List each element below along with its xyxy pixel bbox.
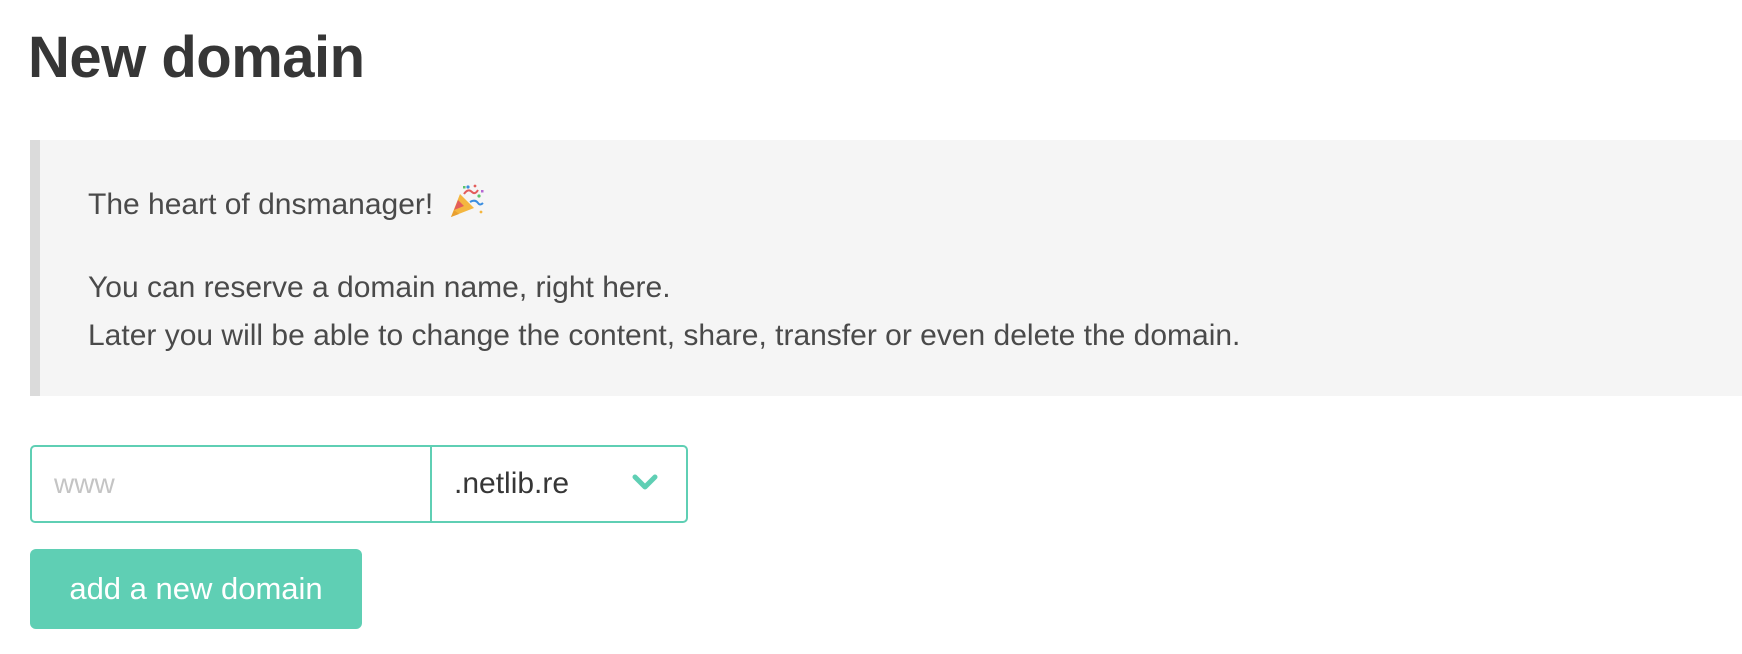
notice-body: You can reserve a domain name, right her… [88, 264, 1240, 360]
page: New domain The heart of dnsmanager! You … [0, 0, 1742, 654]
tld-selected-value: .netlib.re [454, 467, 570, 500]
party-popper-icon [448, 184, 484, 220]
notice-intro-text: The heart of dnsmanager! [88, 188, 434, 221]
new-domain-form: .netlib.re [30, 445, 688, 523]
tld-select[interactable]: .netlib.re [431, 445, 688, 523]
notice-intro: The heart of dnsmanager! [88, 184, 484, 225]
info-notice: The heart of dnsmanager! You can reserve… [30, 140, 1742, 396]
chevron-down-icon [632, 474, 658, 490]
notice-line-later: Later you will be able to change the con… [88, 319, 1241, 352]
subdomain-input[interactable] [30, 445, 431, 523]
add-domain-button[interactable]: add a new domain [30, 549, 362, 629]
page-title: New domain [28, 25, 365, 90]
notice-line-reserve: You can reserve a domain name, right her… [88, 271, 671, 304]
